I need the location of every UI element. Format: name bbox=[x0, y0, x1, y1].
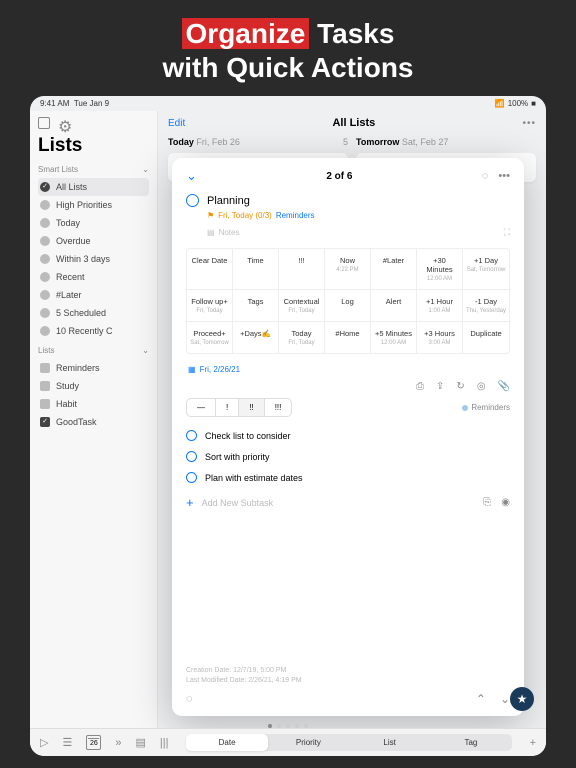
calendar-icon: ▦ bbox=[188, 365, 196, 374]
attach-icon[interactable]: 📎 bbox=[498, 381, 510, 392]
print-icon[interactable]: ⎙ bbox=[416, 381, 424, 392]
priority-option[interactable]: — bbox=[187, 399, 216, 416]
calendar-today-icon[interactable]: 26 bbox=[86, 735, 101, 750]
play-icon[interactable]: ▷ bbox=[40, 736, 48, 749]
add-subtask-label[interactable]: Add New Subtask bbox=[202, 498, 274, 508]
list-icon[interactable]: ☰ bbox=[62, 736, 72, 749]
sidebar-title: Lists bbox=[38, 135, 149, 157]
notes-field[interactable]: Notes bbox=[219, 228, 240, 237]
flag-icon: ⚑ bbox=[207, 211, 214, 220]
notes-icon: ▤ bbox=[207, 228, 215, 237]
quick-action[interactable]: ContextualFri, Today bbox=[279, 290, 325, 322]
prev-task-icon[interactable]: ⌃ bbox=[476, 692, 486, 706]
bottom-toolbar: ▷ ☰ 26 » ▤ ||| DatePriorityListTag + bbox=[30, 728, 546, 756]
quick-action[interactable]: Duplicate bbox=[463, 322, 509, 353]
columns-icon[interactable]: ||| bbox=[160, 737, 169, 749]
quick-action[interactable]: Log bbox=[325, 290, 371, 322]
quick-action[interactable]: Alert bbox=[371, 290, 417, 322]
expand-icon[interactable]: ⛶ bbox=[504, 227, 510, 238]
refresh-icon[interactable]: ↻ bbox=[456, 381, 464, 392]
share-icon[interactable]: ⇪ bbox=[436, 381, 444, 392]
sidebar-item[interactable]: ✓All Lists bbox=[38, 178, 149, 196]
sidebar-item[interactable]: #Later bbox=[38, 286, 149, 304]
sidebar-item[interactable]: High Priorities bbox=[38, 196, 149, 214]
more-icon[interactable]: ••• bbox=[522, 118, 536, 129]
priority-segment[interactable]: —!!!!!! bbox=[186, 398, 292, 417]
more-icon[interactable]: ••• bbox=[498, 170, 510, 182]
sidebar-item[interactable]: Recent bbox=[38, 268, 149, 286]
target-icon[interactable]: ◉ bbox=[501, 497, 510, 508]
copy-icon[interactable]: ⎘ bbox=[483, 497, 491, 508]
sidebar-item[interactable]: Today bbox=[38, 214, 149, 232]
add-subtask-button[interactable]: + bbox=[186, 495, 194, 510]
location-icon[interactable]: ◎ bbox=[477, 381, 486, 392]
task-counter: 2 of 6 bbox=[326, 171, 352, 182]
quick-action[interactable]: +1 Hour1:00 AM bbox=[417, 290, 463, 322]
view-tab[interactable]: List bbox=[349, 734, 430, 751]
subtask-item[interactable]: Plan with estimate dates bbox=[186, 467, 510, 488]
sidebar: ⚙ Lists Smart Lists⌄ ✓All ListsHigh Prio… bbox=[30, 111, 158, 755]
view-tab[interactable]: Priority bbox=[268, 734, 349, 751]
sidebar-item[interactable]: ✓GoodTask bbox=[38, 413, 149, 431]
view-tab[interactable]: Date bbox=[186, 734, 267, 751]
quick-action[interactable]: Clear Date bbox=[187, 249, 233, 290]
status-bar: 9:41 AM Tue Jan 9 📶100%■ bbox=[30, 96, 546, 111]
quick-action[interactable]: +3 Hours3:00 AM bbox=[417, 322, 463, 353]
list-tag[interactable]: Reminders bbox=[462, 403, 510, 412]
sidebar-item[interactable]: 10 Recently C bbox=[38, 322, 149, 340]
hero-banner: Organize Tasks with Quick Actions bbox=[0, 0, 576, 96]
close-chevron-icon[interactable]: ⌄ bbox=[186, 168, 197, 184]
quick-action[interactable]: Tags bbox=[233, 290, 279, 322]
quick-action[interactable]: TodayFri, Today bbox=[279, 322, 325, 353]
quick-actions-grid: Clear DateTime!!!Now4:22 PM#Later+30 Min… bbox=[186, 248, 510, 354]
quick-action[interactable]: !!! bbox=[279, 249, 325, 290]
task-detail-modal: ⌄ 2 of 6 ◌••• Planning ⚑ Fri, Today (0/3… bbox=[172, 158, 524, 716]
hero-highlight: Organize bbox=[182, 18, 310, 49]
quick-action[interactable]: Follow up+Fri, Today bbox=[187, 290, 233, 322]
sidebar-item[interactable]: Within 3 days bbox=[38, 250, 149, 268]
chevron-down-icon: ⌄ bbox=[142, 165, 149, 174]
sidebar-item[interactable]: 5 Scheduled bbox=[38, 304, 149, 322]
view-segment[interactable]: DatePriorityListTag bbox=[186, 734, 511, 751]
task-title[interactable]: Planning bbox=[207, 195, 250, 207]
priority-option[interactable]: !!! bbox=[265, 399, 292, 416]
subtask-item[interactable]: Sort with priority bbox=[186, 446, 510, 467]
edit-button[interactable]: Edit bbox=[168, 118, 185, 129]
lists-header[interactable]: Lists⌄ bbox=[38, 346, 149, 355]
priority-option[interactable]: !! bbox=[239, 399, 264, 416]
sidebar-toggle-icon[interactable] bbox=[38, 117, 50, 129]
next-task-icon[interactable]: ⌄ bbox=[500, 692, 510, 706]
quick-action[interactable]: +30 Minutes12:00 AM bbox=[417, 249, 463, 290]
quick-action[interactable]: Now4:22 PM bbox=[325, 249, 371, 290]
add-button[interactable]: + bbox=[530, 737, 536, 749]
quick-action[interactable]: #Home bbox=[325, 322, 371, 353]
quick-action[interactable]: +1 DaySat, Tomorrow bbox=[463, 249, 509, 290]
fab-star-button[interactable]: ★ bbox=[510, 687, 534, 711]
quick-action[interactable]: -1 DayThu, Yesterday bbox=[463, 290, 509, 322]
sidebar-item[interactable]: Habit bbox=[38, 395, 149, 413]
fast-forward-icon[interactable]: » bbox=[115, 737, 121, 749]
main-title: All Lists bbox=[332, 117, 375, 129]
chevron-down-icon: ⌄ bbox=[142, 346, 149, 355]
sync-icon[interactable]: ◌ bbox=[186, 693, 193, 705]
sidebar-item[interactable]: Reminders bbox=[38, 359, 149, 377]
quick-action[interactable]: #Later bbox=[371, 249, 417, 290]
metadata-dates: Creation Date: 12/7/19, 5:00 PM Last Mod… bbox=[186, 666, 510, 686]
view-tab[interactable]: Tag bbox=[430, 734, 511, 751]
quick-action[interactable]: Proceed+Sat, Tomorrow bbox=[187, 322, 233, 353]
sync-icon[interactable]: ◌ bbox=[482, 170, 489, 182]
task-complete-ring[interactable] bbox=[186, 194, 199, 207]
ipad-frame: 9:41 AM Tue Jan 9 📶100%■ ⚙ Lists Smart L… bbox=[30, 96, 546, 756]
priority-option[interactable]: ! bbox=[216, 399, 239, 416]
subtask-item[interactable]: Check list to consider bbox=[186, 425, 510, 446]
quick-action[interactable]: +Days✍️ bbox=[233, 322, 279, 353]
quick-action[interactable]: +5 Minutes12:00 AM bbox=[371, 322, 417, 353]
sidebar-item[interactable]: Study bbox=[38, 377, 149, 395]
gear-icon[interactable]: ⚙ bbox=[58, 117, 70, 129]
stack-icon[interactable]: ▤ bbox=[135, 736, 145, 749]
sidebar-item[interactable]: Overdue bbox=[38, 232, 149, 250]
smart-lists-header[interactable]: Smart Lists⌄ bbox=[38, 165, 149, 174]
due-date[interactable]: Fri, 2/26/21 bbox=[200, 365, 240, 374]
quick-action[interactable]: Time bbox=[233, 249, 279, 290]
